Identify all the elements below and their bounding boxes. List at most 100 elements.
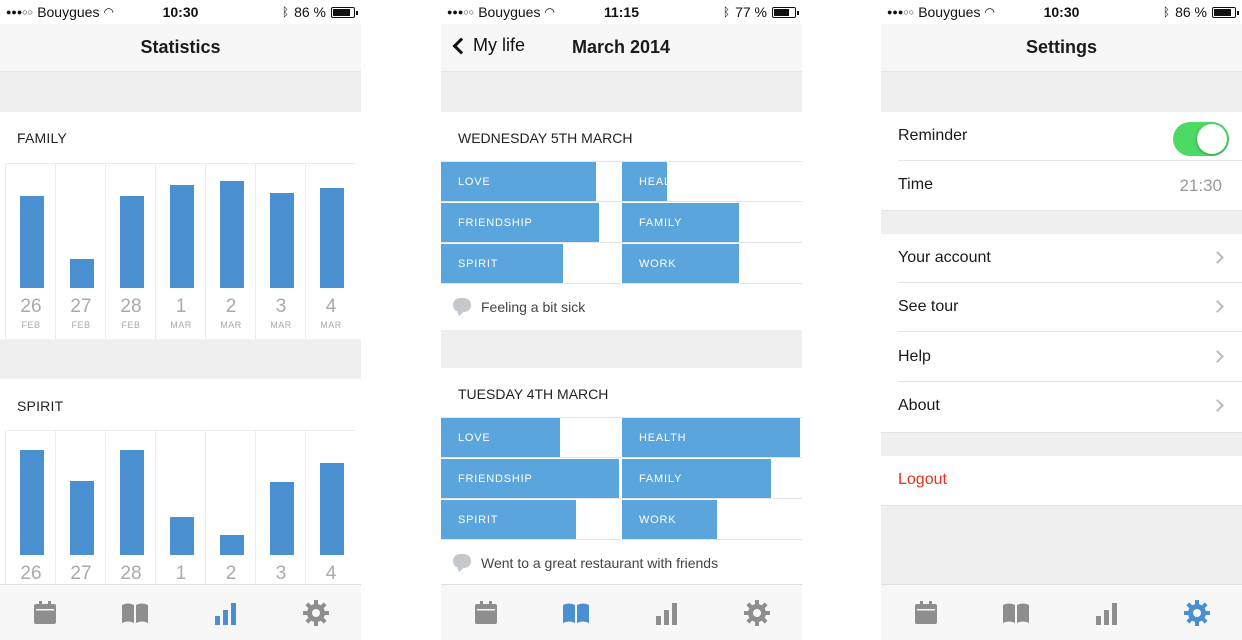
mood-label: LOVE	[458, 176, 491, 188]
chart-bar[interactable]	[70, 259, 94, 288]
bar-chart-icon	[1096, 603, 1117, 625]
calendar-icon	[475, 601, 497, 624]
chart-bar[interactable]	[220, 535, 244, 555]
nav-bar: Settings	[881, 24, 1242, 72]
reminder-label: Reminder	[898, 127, 968, 144]
chart-bar[interactable]	[270, 482, 294, 555]
mood-row-spirit[interactable]: SPIRIT	[441, 244, 621, 284]
tab-settings[interactable]	[1182, 598, 1212, 628]
tab-statistics[interactable]	[1092, 598, 1122, 628]
tab-bar	[0, 584, 361, 640]
chart-bar[interactable]	[170, 517, 194, 555]
page-title: Settings	[1025, 37, 1097, 57]
chevron-right-icon	[1211, 350, 1224, 363]
entry-note[interactable]: Went to a great restaurant with friends	[441, 541, 802, 587]
speech-bubble-icon	[453, 554, 471, 568]
mood-label: LOVE	[458, 432, 491, 444]
tab-bar	[881, 584, 1242, 640]
chart-column: 3	[255, 431, 305, 590]
x-tick-month: MAR	[220, 320, 242, 330]
section-spacer	[881, 210, 1242, 234]
battery-icon	[772, 6, 799, 18]
x-tick-day: 27	[70, 563, 92, 584]
mood-row-love[interactable]: LOVE	[441, 162, 621, 202]
section-spacer	[0, 339, 361, 379]
mood-row-work[interactable]: WORK	[622, 500, 802, 540]
menu-item-about[interactable]: About	[881, 382, 1242, 431]
status-bar: ●●●○○ Bouygues ◠ 10:30 ᛒ 86 %	[0, 0, 361, 24]
chart-column: 28 FEB	[105, 164, 155, 339]
x-tick-month: FEB	[121, 320, 141, 330]
menu-item-your-account[interactable]: Your account	[881, 234, 1242, 283]
tab-calendar[interactable]	[30, 598, 60, 628]
chart-bar[interactable]	[220, 181, 244, 288]
menu-item-label: About	[898, 397, 940, 414]
chart-bar[interactable]	[70, 481, 94, 555]
time-value: 21:30	[1179, 176, 1222, 195]
chart-bar[interactable]	[120, 450, 144, 555]
page-title: Statistics	[140, 37, 221, 57]
tab-calendar[interactable]	[471, 598, 501, 628]
tab-journal[interactable]	[1001, 598, 1031, 628]
reminder-row: Reminder	[881, 112, 1242, 161]
chart-column: 2 MAR	[205, 164, 255, 339]
section-spacer	[441, 330, 802, 368]
x-tick-day: 2	[225, 296, 237, 317]
entry-note[interactable]: Feeling a bit sick	[441, 285, 802, 331]
x-tick-day: 4	[325, 563, 337, 584]
chart-column: 1	[155, 431, 205, 590]
mood-row-family[interactable]: FAMILY	[622, 459, 802, 499]
chart-title-spirit: SPIRIT	[17, 398, 64, 414]
mood-row-love[interactable]: LOVE	[441, 418, 621, 458]
mood-label: SPIRIT	[458, 514, 499, 526]
chart-column: 4 MAR	[305, 164, 355, 339]
menu-item-label: Your account	[898, 249, 991, 266]
menu-item-help[interactable]: Help	[881, 333, 1242, 382]
mood-label: FRIENDSHIP	[458, 473, 533, 485]
section-spacer	[0, 72, 361, 112]
chart-bar[interactable]	[320, 463, 344, 555]
chevron-right-icon	[1211, 251, 1224, 264]
mood-row-friendship[interactable]: FRIENDSHIP	[441, 203, 621, 243]
chart-bar[interactable]	[120, 196, 144, 288]
mood-row-family[interactable]: FAMILY	[622, 203, 802, 243]
chevron-right-icon	[1211, 300, 1224, 313]
tab-settings[interactable]	[742, 598, 772, 628]
back-button[interactable]: My life	[451, 35, 525, 56]
chart-column: 28	[105, 431, 155, 590]
back-label: My life	[473, 35, 526, 55]
tab-calendar[interactable]	[911, 598, 941, 628]
reminder-toggle[interactable]	[1173, 122, 1229, 156]
nav-bar: Statistics	[0, 24, 361, 72]
chart-bar[interactable]	[270, 193, 294, 288]
bluetooth-icon: ᛒ	[722, 5, 731, 19]
chart-column: 3 MAR	[255, 164, 305, 339]
mood-row-spirit[interactable]: SPIRIT	[441, 500, 621, 540]
tab-journal[interactable]	[120, 598, 150, 628]
mood-row-work[interactable]: WORK	[622, 244, 802, 284]
tab-statistics[interactable]	[652, 598, 682, 628]
battery-percent: 86 %	[1175, 4, 1207, 20]
tab-statistics[interactable]	[211, 598, 241, 628]
logout-button[interactable]: Logout	[881, 456, 1242, 505]
tab-journal[interactable]	[561, 598, 591, 628]
mood-row-health[interactable]: HEALTH	[622, 418, 802, 458]
mood-row-friendship[interactable]: FRIENDSHIP	[441, 459, 621, 499]
chart-bar[interactable]	[170, 185, 194, 288]
battery-icon	[331, 6, 358, 18]
chart-bar[interactable]	[20, 450, 44, 555]
chart-column: 26 FEB	[5, 164, 55, 339]
book-icon	[1003, 603, 1029, 623]
time-row[interactable]: Time 21:30	[881, 161, 1242, 210]
mood-row-health[interactable]: HEALTH	[622, 162, 802, 202]
gear-icon	[1184, 600, 1210, 626]
section-spacer	[881, 72, 1242, 112]
chart-bar[interactable]	[320, 188, 344, 288]
x-tick-day: 1	[175, 563, 187, 584]
tab-settings[interactable]	[301, 598, 331, 628]
menu-item-see-tour[interactable]: See tour	[881, 283, 1242, 332]
chart-bar[interactable]	[20, 196, 44, 288]
menu-item-label: See tour	[898, 298, 959, 315]
bar-chart-icon	[215, 603, 236, 625]
gear-icon	[744, 600, 770, 626]
